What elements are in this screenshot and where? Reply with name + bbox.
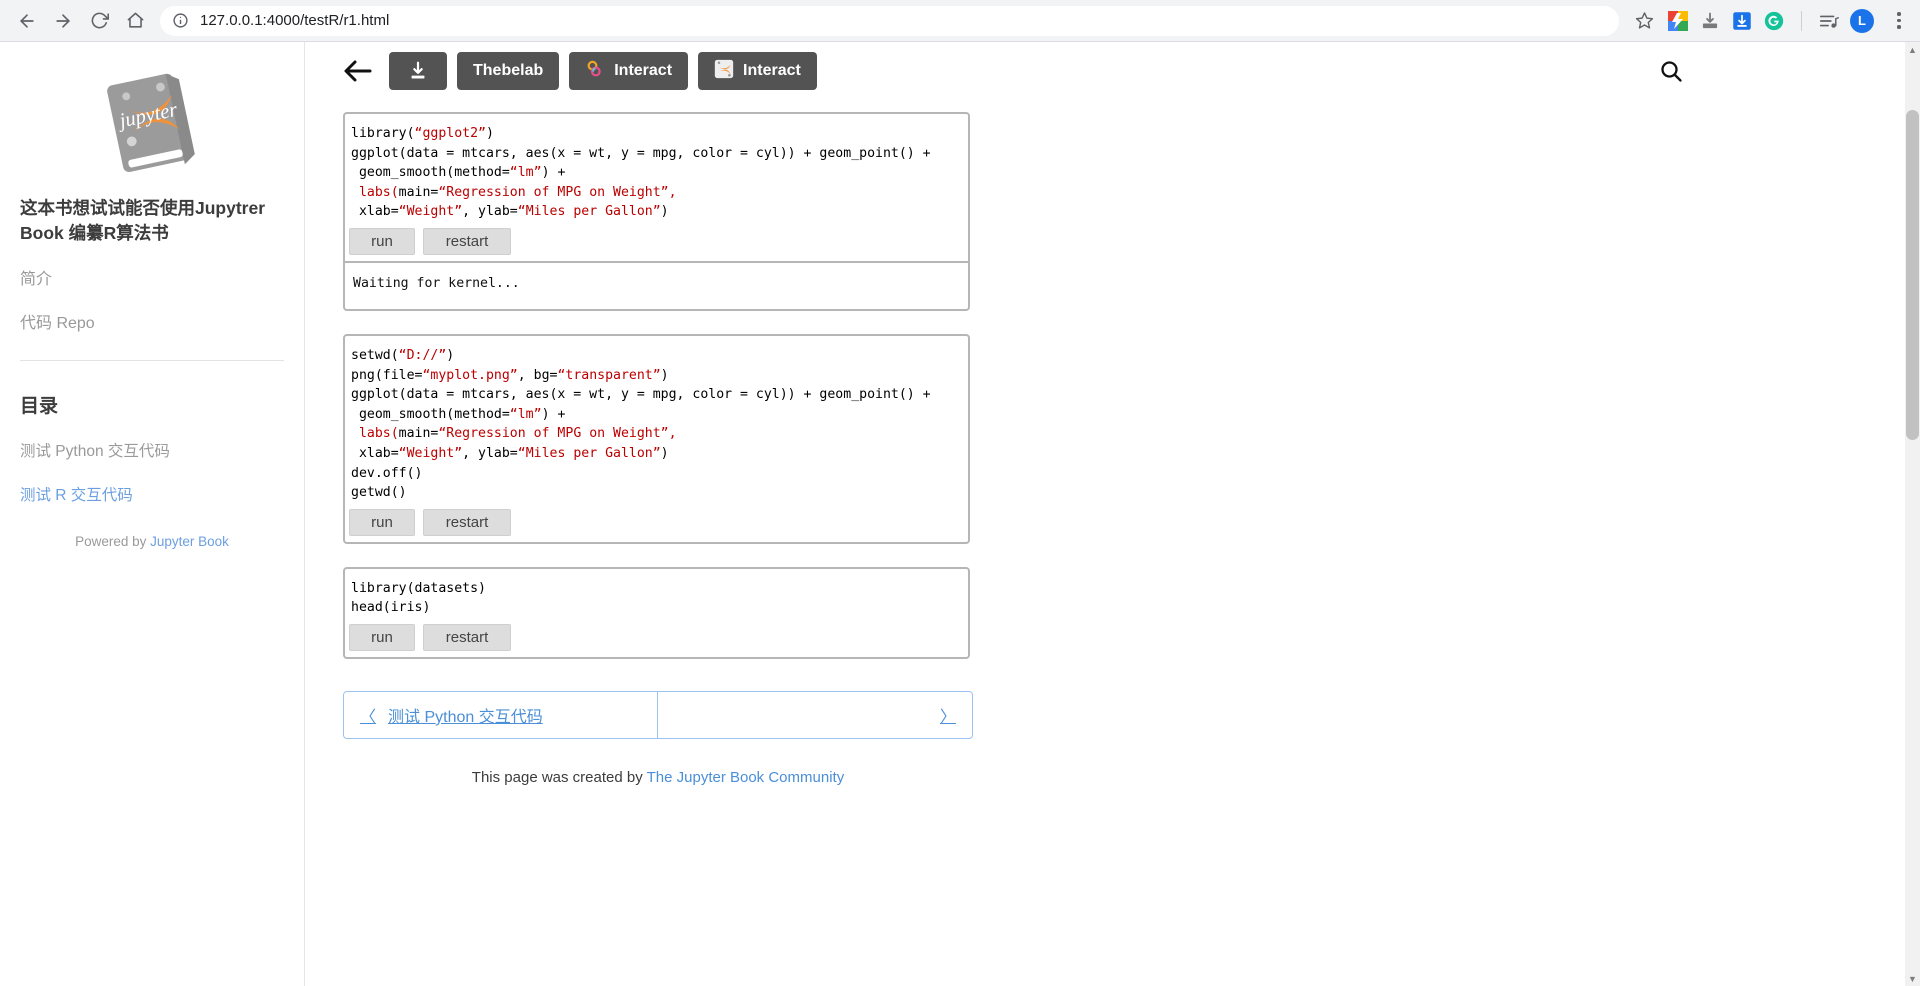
info-circle-icon[interactable]	[172, 12, 190, 30]
run-button[interactable]: run	[349, 623, 415, 651]
jupyterhub-icon	[714, 59, 734, 84]
scroll-down-arrow-icon[interactable]: ▼	[1905, 971, 1920, 986]
scrollbar-thumb[interactable]	[1906, 110, 1919, 440]
home-icon[interactable]	[118, 4, 152, 38]
cell-buttons: run restart	[345, 622, 968, 657]
interact-binder-label: Interact	[614, 62, 673, 79]
star-icon[interactable]	[1629, 6, 1659, 36]
prev-page-button[interactable]: 〈 测试 Python 交互代码	[344, 691, 658, 738]
prev-page-label: 测试 Python 交互代码	[388, 708, 543, 726]
page-navigation: 〈 测试 Python 交互代码 〉	[343, 690, 973, 739]
book-title: 这本书想试试能否使用Jupytrer Book 编纂R算法书	[20, 198, 266, 244]
powered-by-text: Powered by	[75, 533, 151, 549]
download-button[interactable]	[389, 52, 447, 90]
forward-arrow-icon[interactable]	[46, 4, 80, 38]
code-cell-source[interactable]: setwd(“D://”) png(file=“myplot.png”, bg=…	[345, 336, 968, 507]
blue-save-icon[interactable]	[1731, 10, 1753, 32]
sidebar-link-intro[interactable]: 简介	[20, 270, 284, 291]
code-cell: library(“ggplot2”) ggplot(data = mtcars,…	[343, 112, 970, 311]
page-toolbar: Thebelab Interact Interact	[305, 42, 1920, 100]
colorful-extension-icon[interactable]	[1667, 10, 1689, 32]
chevron-right-icon: 〉	[939, 708, 956, 726]
cell-output: Waiting for kernel...	[345, 260, 968, 309]
page-back-arrow-icon[interactable]	[343, 58, 379, 84]
sidebar-item-r[interactable]: 测试 R 交互代码	[20, 486, 284, 506]
page-footer: This page was created by The Jupyter Boo…	[343, 769, 973, 786]
code-cell-source[interactable]: library(“ggplot2”) ggplot(data = mtcars,…	[345, 114, 968, 226]
sidebar-link-repo[interactable]: 代码 Repo	[20, 314, 284, 335]
download-manager-icon[interactable]	[1699, 10, 1721, 32]
footer-text: This page was created by	[471, 768, 647, 786]
scroll-up-arrow-icon[interactable]: ▲	[1905, 42, 1920, 57]
code-cell: library(datasets) head(iris) run restart	[343, 566, 970, 659]
browser-toolbar: 127.0.0.1:4000/testR/r1.html L	[0, 0, 1920, 42]
page-scrollbar[interactable]: ▲ ▼	[1905, 42, 1920, 986]
jupyter-book-link[interactable]: Jupyter Book	[150, 534, 229, 549]
toc-heading: 目录	[20, 396, 59, 418]
back-arrow-icon[interactable]	[10, 4, 44, 38]
sidebar: jupyter 这本书想试试能否使用Jupytrer Book 编纂R算法书 简…	[0, 42, 305, 986]
main-content: Thebelab Interact Interact library(“ggpl…	[305, 42, 1920, 986]
restart-button[interactable]: restart	[423, 623, 511, 651]
footer-community-link[interactable]: The Jupyter Book Community	[647, 769, 845, 786]
interact-binder-button[interactable]: Interact	[569, 52, 689, 90]
sidebar-item-python[interactable]: 测试 Python 交互代码	[20, 442, 284, 462]
browser-menu-icon[interactable]	[1888, 12, 1910, 29]
address-bar[interactable]: 127.0.0.1:4000/testR/r1.html	[160, 5, 1619, 36]
cell-buttons: run restart	[345, 226, 968, 261]
restart-button[interactable]: restart	[423, 508, 511, 536]
search-icon[interactable]	[1654, 54, 1688, 88]
page-body: jupyter 这本书想试试能否使用Jupytrer Book 编纂R算法书 简…	[0, 42, 1920, 986]
next-page-button[interactable]: 〉	[658, 692, 972, 738]
interact-jupyter-button[interactable]: Interact	[698, 52, 817, 90]
cell-buttons: run restart	[345, 507, 968, 542]
grammarly-icon[interactable]	[1763, 10, 1785, 32]
run-button[interactable]: run	[349, 508, 415, 536]
extension-icons: L	[1667, 8, 1910, 33]
code-cell: setwd(“D://”) png(file=“myplot.png”, bg=…	[343, 333, 970, 544]
avatar[interactable]: L	[1850, 8, 1874, 33]
url-text: 127.0.0.1:4000/testR/r1.html	[200, 12, 390, 29]
toolbar-divider	[1801, 10, 1802, 31]
notebook-content: library(“ggplot2”) ggplot(data = mtcars,…	[305, 100, 1920, 986]
jupyter-book-logo-icon: jupyter	[93, 64, 211, 182]
binder-icon	[585, 59, 605, 84]
thebelab-label: Thebelab	[473, 62, 544, 79]
code-cell-source[interactable]: library(datasets) head(iris)	[345, 569, 968, 622]
interact-jupyter-label: Interact	[743, 62, 801, 79]
powered-by: Powered by Jupyter Book	[75, 534, 229, 549]
sidebar-divider	[20, 360, 284, 362]
chevron-left-icon: 〈	[360, 708, 377, 726]
run-button[interactable]: run	[349, 227, 415, 255]
thebelab-button[interactable]: Thebelab	[457, 52, 560, 90]
playlist-icon[interactable]	[1818, 10, 1840, 32]
reload-icon[interactable]	[82, 4, 116, 38]
restart-button[interactable]: restart	[423, 227, 511, 255]
